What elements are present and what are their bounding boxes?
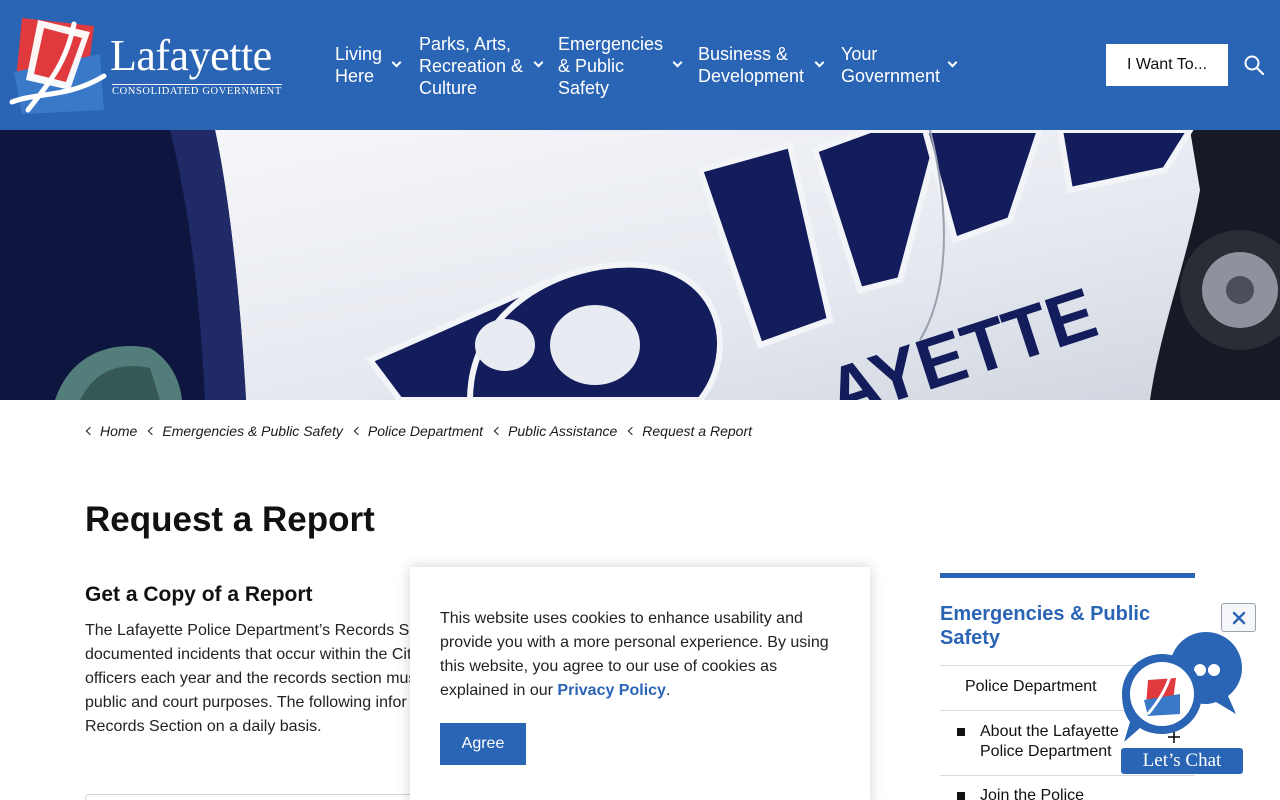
cookie-message: This website uses cookies to enhance usa… [440,607,840,703]
sidebar-item-label: Police Department [965,678,1097,695]
nav-label-line: Recreation & [419,56,524,76]
nav-label-line: Here [335,66,375,86]
breadcrumb-emergencies[interactable]: Emergencies & Public Safety [147,423,343,439]
chevron-down-icon [391,57,402,68]
nav-label-line: & Public [558,56,625,76]
nav-living-here[interactable]: Living Here [335,43,402,87]
sidebar-item-label: About the Lafayette [980,723,1119,740]
breadcrumb-police-department[interactable]: Police Department [353,423,483,439]
nav-label-line: Safety [558,78,610,98]
sidebar-accent-bar [940,573,1195,578]
nav-label-line: Business & [698,44,789,64]
breadcrumb-public-assistance[interactable]: Public Assistance [493,423,617,439]
close-icon [1232,611,1245,624]
section-heading: Get a Copy of a Report [85,583,313,606]
nav-label-line: Development [698,66,805,86]
nav-label-line: Government [841,66,941,86]
sidebar-item-label: Police Department [980,743,1112,760]
search-icon[interactable] [1243,54,1265,76]
cookie-consent-dialog: This website uses cookies to enhance usa… [410,567,870,800]
breadcrumb: Home Emergencies & Public Safety Police … [85,421,762,441]
bullet-icon [957,728,965,736]
nav-label-line: Living [335,44,383,64]
nav-label-line: Culture [419,78,478,98]
bullet-icon [957,792,965,800]
content-card [85,794,425,800]
agree-button[interactable]: Agree [440,723,526,765]
nav-label-line: Your [841,44,878,64]
lets-chat-label: Let’s Chat [1121,748,1243,774]
breadcrumb-label: Public Assistance [508,423,618,439]
nav-label-line: Emergencies [558,34,664,54]
breadcrumb-label: Emergencies & Public Safety [162,423,343,439]
chevron-left-icon [85,426,95,436]
nav-parks-arts-recreation[interactable]: Parks, Arts, Recreation & Culture [419,33,544,99]
cookie-text-end: . [665,682,671,699]
chevron-down-icon [533,57,544,68]
chevron-left-icon [628,426,637,436]
hero-image: AYETTE [0,130,1280,400]
breadcrumb-label: Home [100,423,138,439]
sidebar-item-about[interactable]: About the Lafayette Police Department [980,722,1119,762]
sidebar-title-line: Emergencies & Public [940,603,1151,625]
sidebar-item-police-department[interactable]: Police Department [965,677,1097,697]
logo-subtitle: CONSOLIDATED GOVERNMENT [112,86,282,97]
police-car-illustration: AYETTE [0,130,1280,400]
sidebar-item-join[interactable]: Join the Police [980,786,1084,800]
sidebar-item-label: Join the Police [980,787,1085,800]
logo-wordmark: Lafayette [110,31,272,80]
nav-emergencies-public-safety[interactable]: Emergencies & Public Safety [558,33,683,99]
i-want-to-button[interactable]: I Want To... [1106,44,1228,86]
breadcrumb-home[interactable]: Home [85,423,137,439]
chat-bubble-icon [1122,632,1242,743]
site-logo[interactable]: Lafayette CONSOLIDATED GOVERNMENT [8,14,283,116]
breadcrumb-current: Request a Report [627,423,752,439]
nav-label-line: Parks, Arts, [419,34,512,54]
privacy-policy-link[interactable]: Privacy Policy [557,682,666,699]
chevron-down-icon [672,57,683,68]
chevron-left-icon [353,426,363,436]
breadcrumb-label: Police Department [367,423,484,439]
breadcrumb-label: Request a Report [642,423,752,439]
logo-divider [112,84,282,85]
logo-emblem-icon [9,18,107,114]
chat-launcher[interactable]: Let’s Chat [1118,628,1248,776]
chevron-left-icon [493,426,503,436]
page-title: Request a Report [85,500,375,539]
nav-your-government[interactable]: Your Government [841,43,958,87]
chevron-down-icon [947,57,958,68]
chevron-left-icon [148,426,157,436]
nav-business-development[interactable]: Business & Development [698,43,825,87]
site-header: Lafayette CONSOLIDATED GOVERNMENT Living… [0,0,1280,130]
chevron-down-icon [814,57,825,68]
